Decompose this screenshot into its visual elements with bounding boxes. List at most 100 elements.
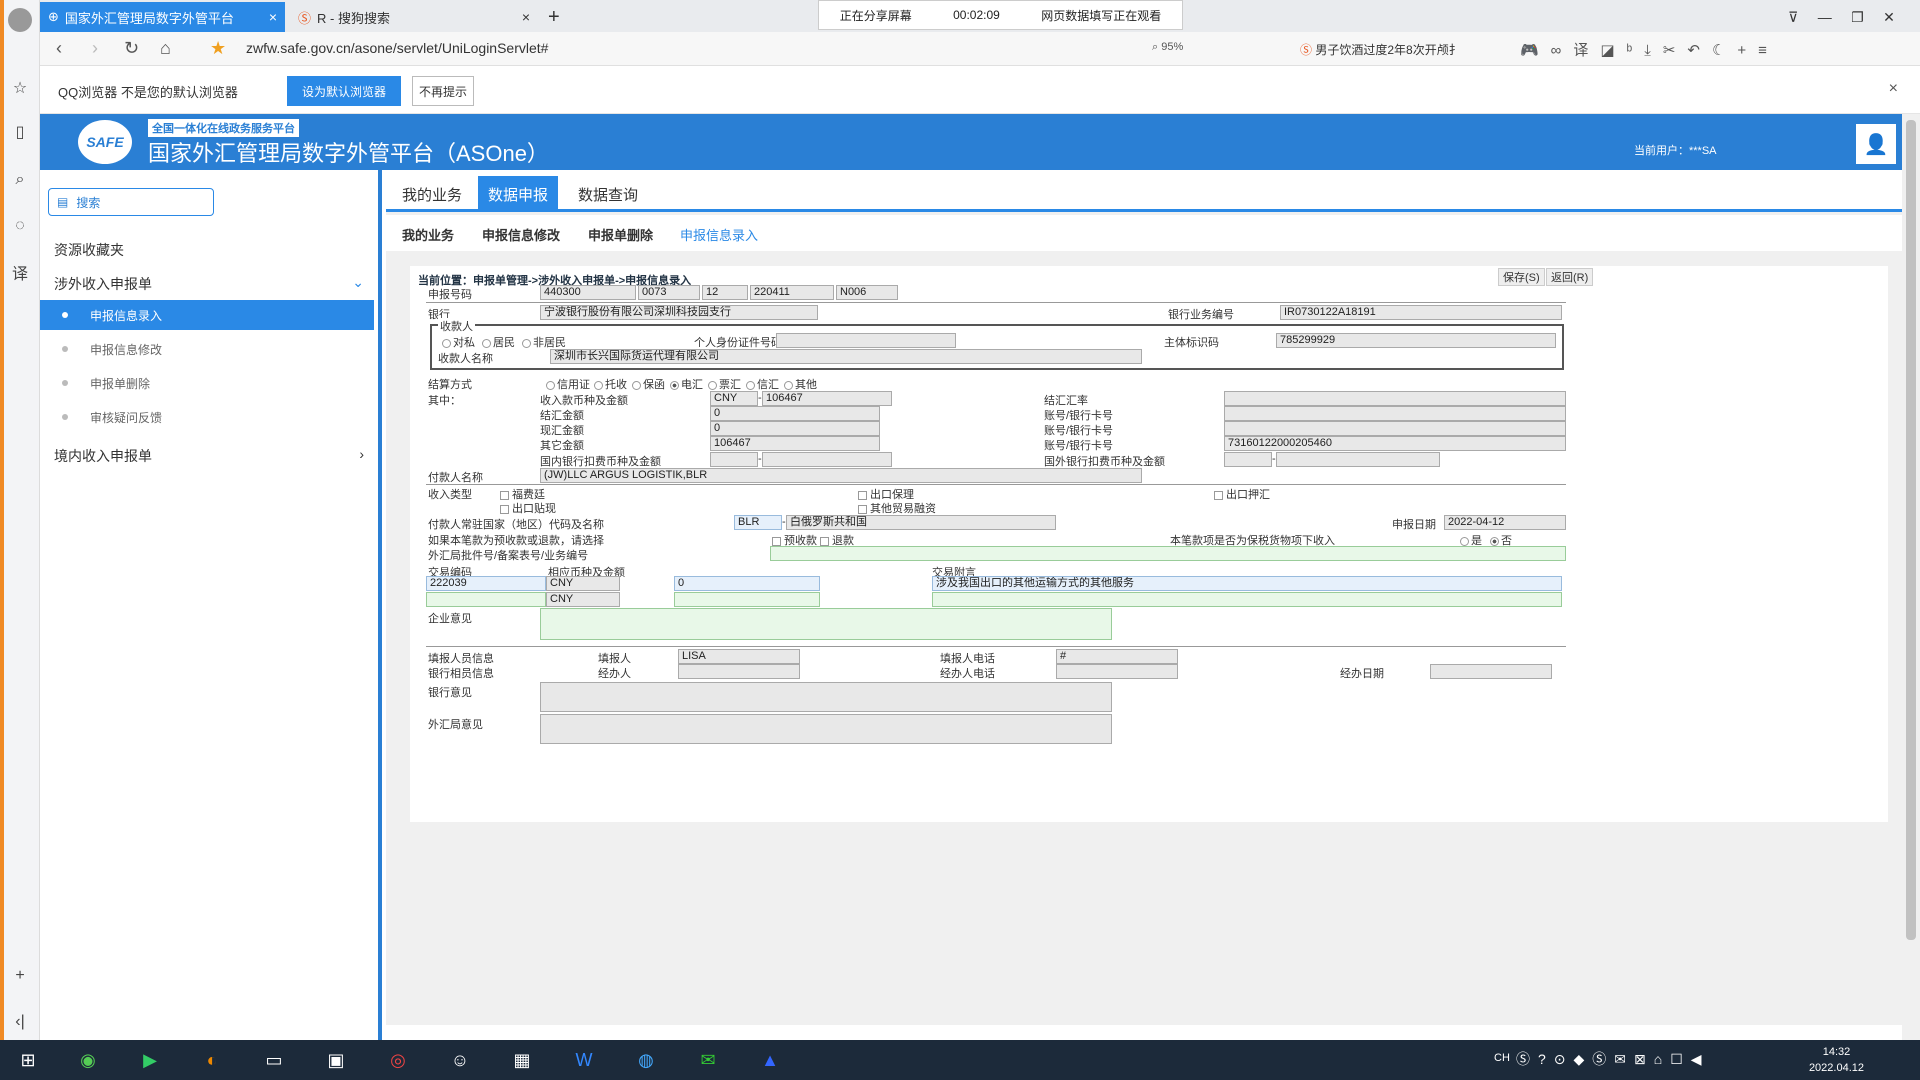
close-icon[interactable]: ×: [522, 9, 530, 25]
txn-code-field[interactable]: 222039: [426, 576, 546, 591]
income-type-other-financing[interactable]: 其他贸易融资: [858, 500, 936, 516]
player-icon[interactable]: ▶: [126, 1044, 174, 1076]
tab-sogou[interactable]: Ⓢ R - 搜狗搜索 ×: [290, 2, 538, 32]
approval-field[interactable]: [770, 546, 1566, 561]
clock[interactable]: 14:32 2022.04.12: [1809, 1044, 1864, 1076]
wechat-icon[interactable]: ✉: [684, 1044, 732, 1076]
handler-field[interactable]: [678, 664, 800, 679]
other-field[interactable]: 106467: [710, 436, 880, 451]
start-icon[interactable]: ⊞: [4, 1044, 52, 1076]
settle-collection[interactable]: 托收: [594, 376, 627, 392]
handle-date-field[interactable]: [1430, 664, 1552, 679]
sidebar-item-modify[interactable]: 申报信息修改: [40, 334, 374, 364]
sidebar-item-entry[interactable]: 申报信息录入: [40, 300, 374, 330]
file-icon[interactable]: ▭: [250, 1044, 298, 1076]
sidebar-favorites[interactable]: 资源收藏夹: [54, 240, 124, 260]
sidebar-item-delete[interactable]: 申报单删除: [40, 368, 374, 398]
report-no-field-1[interactable]: 440300: [540, 285, 636, 300]
subtab-delete[interactable]: 申报单删除: [588, 225, 653, 244]
url-field[interactable]: zwfw.safe.gov.cn/asone/servlet/UniLoginS…: [246, 40, 548, 56]
payee-type-resident[interactable]: 居民: [482, 334, 515, 350]
toolbar-extensions[interactable]: 🎮∞译◪ᵇ⤓✂↶☾+≡: [1520, 39, 1779, 60]
settle-draft[interactable]: 票汇: [708, 376, 741, 392]
payee-type-nonresident[interactable]: 非居民: [522, 334, 566, 350]
tray-icons[interactable]: Ⓢ?⊙◆Ⓢ✉⊠⌂☐◀: [1516, 1049, 1710, 1069]
sidebar-group-foreign-income[interactable]: 涉外收入申报单 ⌄: [54, 274, 364, 294]
tab-safe-platform[interactable]: ⊕ 国家外汇管理局数字外管平台 ×: [40, 2, 285, 32]
handler-phone-field[interactable]: [1056, 664, 1178, 679]
payee-name-field[interactable]: 深圳市长兴国际货运代理有限公司: [550, 349, 1142, 364]
rel-currency-field-1[interactable]: CNY: [546, 576, 620, 591]
filler-field[interactable]: LISA: [678, 649, 800, 664]
tab-data-report[interactable]: 数据申报: [478, 176, 559, 212]
add-icon[interactable]: +: [8, 964, 32, 988]
user-icon[interactable]: 👤: [1856, 124, 1896, 164]
foreign-fee-amount[interactable]: [1276, 452, 1440, 467]
refresh-icon[interactable]: ↻: [124, 38, 139, 59]
entity-code-field[interactable]: 785299929: [1276, 333, 1556, 348]
fx-rate-field[interactable]: [1224, 391, 1566, 406]
translate-icon[interactable]: 译: [8, 260, 32, 284]
scrollbar-thumb[interactable]: [1906, 120, 1916, 940]
search-icon[interactable]: ⌕: [8, 168, 32, 192]
payee-type-private[interactable]: 对私: [442, 334, 475, 350]
book-icon[interactable]: ▯: [8, 120, 32, 144]
domestic-fee-amount[interactable]: [762, 452, 892, 467]
collapse-icon[interactable]: ‹|: [8, 1010, 32, 1034]
ime-indicator[interactable]: CH: [1494, 1052, 1510, 1064]
forward-icon[interactable]: ›: [92, 38, 98, 59]
save-button[interactable]: 保存(S): [1498, 268, 1545, 286]
country-code-field[interactable]: BLR: [734, 515, 782, 530]
avatar[interactable]: [8, 8, 32, 32]
bank-field[interactable]: 宁波银行股份有限公司深圳科技园支行: [540, 305, 818, 320]
tab-my-business[interactable]: 我的业务: [392, 176, 472, 212]
qq-browser-icon[interactable]: ◍: [622, 1044, 670, 1076]
chat-icon[interactable]: ◌: [8, 214, 32, 238]
bank-biz-no-field[interactable]: IR0730122A18191: [1280, 305, 1562, 320]
report-no-field-5[interactable]: N006: [836, 285, 898, 300]
no-remind-button[interactable]: 不再提示: [412, 76, 474, 106]
subtab-my-business[interactable]: 我的业务: [402, 225, 454, 244]
app4-icon[interactable]: ▲: [746, 1044, 794, 1076]
search-input[interactable]: ▤ 搜索: [48, 188, 214, 216]
rel-amount-field-2[interactable]: [674, 592, 820, 607]
foreign-fee-currency[interactable]: [1224, 452, 1272, 467]
back-icon[interactable]: ‹: [56, 38, 62, 59]
chrome-icon[interactable]: ◎: [374, 1044, 422, 1076]
account-field-1[interactable]: [1224, 406, 1566, 421]
subtab-modify[interactable]: 申报信息修改: [482, 225, 560, 244]
new-tab-button[interactable]: +: [540, 2, 568, 32]
rel-currency-field-2[interactable]: CNY: [546, 592, 620, 607]
subtab-entry[interactable]: 申报信息录入: [680, 225, 758, 244]
news-ticker[interactable]: Ⓢ 男子饮酒过度2年8次开颅扌: [1300, 41, 1461, 58]
country-name-field[interactable]: 白俄罗斯共和国: [786, 515, 1056, 530]
spot-field[interactable]: 0: [710, 421, 880, 436]
settled-field[interactable]: 0: [710, 406, 880, 421]
report-date-field[interactable]: 2022-04-12: [1444, 515, 1566, 530]
income-type-discount[interactable]: 出口贴现: [500, 500, 556, 516]
settle-guarantee[interactable]: 保函: [632, 376, 665, 392]
opinion-textarea[interactable]: [540, 608, 1112, 640]
report-no-field-4[interactable]: 220411: [750, 285, 834, 300]
payer-name-field[interactable]: (JW)LLC ARGUS LOGISTIK,BLR: [540, 468, 1142, 483]
star-icon[interactable]: ★: [210, 38, 226, 59]
zoom-level[interactable]: ⌕ 95%: [1152, 41, 1183, 54]
currency-field[interactable]: CNY: [710, 391, 758, 406]
sidebar-group-domestic-income[interactable]: 境内收入申报单 ›: [54, 446, 364, 466]
txn-note-field-2[interactable]: [932, 592, 1562, 607]
word-icon[interactable]: W: [560, 1044, 608, 1076]
fx-opinion-textarea[interactable]: [540, 714, 1112, 744]
settle-tt[interactable]: 电汇: [670, 376, 703, 392]
settle-mt[interactable]: 信汇: [746, 376, 779, 392]
account-field-3[interactable]: 73160122000205460: [1224, 436, 1566, 451]
bank-opinion-textarea[interactable]: [540, 682, 1112, 712]
window-controls[interactable]: ⊽ — ❐ ✕: [1780, 2, 1903, 32]
set-default-button[interactable]: 设为默认浏览器: [287, 76, 401, 106]
account-field-2[interactable]: [1224, 421, 1566, 436]
settle-lc[interactable]: 信用证: [546, 376, 590, 392]
amount-field[interactable]: 106467: [762, 391, 892, 406]
firefox-icon[interactable]: ◐: [188, 1044, 236, 1076]
filler-phone-field[interactable]: #: [1056, 649, 1178, 664]
txn-code-field-2[interactable]: [426, 592, 546, 607]
scrollbar[interactable]: [1902, 114, 1920, 1040]
